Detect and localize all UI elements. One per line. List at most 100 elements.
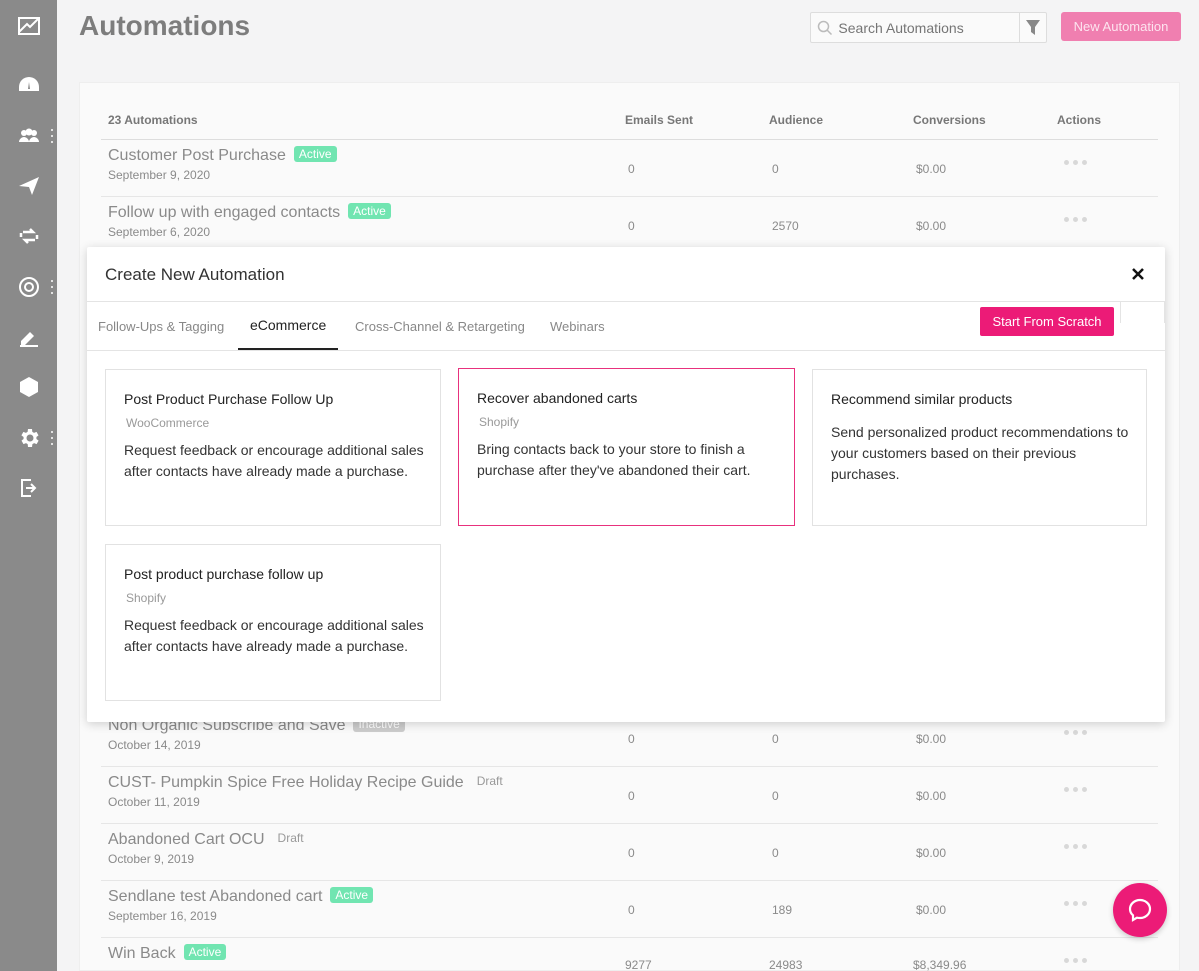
sidebar-item-dashboard[interactable] xyxy=(0,65,57,105)
automation-icon xyxy=(19,228,38,244)
logo-item[interactable] xyxy=(0,6,57,46)
signup-form-icon xyxy=(19,332,38,347)
logout-icon xyxy=(20,479,36,497)
row-actions-menu[interactable] xyxy=(1064,787,1087,792)
automation-name-text[interactable]: Follow up with engaged contacts xyxy=(108,204,340,221)
automation-date: September 9, 2020 xyxy=(108,168,211,182)
more-dots-icon[interactable] xyxy=(50,129,54,143)
automation-name[interactable]: CUST- Pumpkin Spice Free Holiday Recipe … xyxy=(108,773,508,792)
row-actions-menu[interactable] xyxy=(1064,160,1087,165)
template-description: Request feedback or encourage additional… xyxy=(124,442,424,479)
table-row[interactable]: CUST- Pumpkin Spice Free Holiday Recipe … xyxy=(101,767,1158,824)
table-row[interactable]: Abandoned Cart OCU Draft October 9, 2019 0 0… xyxy=(101,824,1158,881)
conversions-value: $0.00 xyxy=(916,162,947,176)
table-row[interactable]: Sendlane test Abandoned cart Active Septem… xyxy=(101,881,1158,938)
audience-value: 189 xyxy=(772,903,793,917)
automation-name[interactable]: Win Back Active xyxy=(108,944,227,963)
template-description: Bring contacts back to your store to fin… xyxy=(477,441,751,478)
page-title: Automations xyxy=(79,10,251,41)
col-audience[interactable]: Audience xyxy=(769,113,823,127)
sidebar-item-contacts[interactable] xyxy=(0,116,57,156)
col-conversions[interactable]: Conversions xyxy=(913,113,986,127)
emails-sent-value: 0 xyxy=(628,162,635,176)
chat-button[interactable] xyxy=(1113,883,1167,937)
template-card[interactable]: Post Product Purchase Follow Up WooComme… xyxy=(105,369,441,526)
automation-date: September 16, 2019 xyxy=(108,909,217,923)
template-title: Recover abandoned carts xyxy=(477,390,638,406)
col-actions: Actions xyxy=(1057,113,1102,127)
chat-icon xyxy=(1128,898,1152,922)
template-source: Shopify xyxy=(479,415,520,429)
tab-follow-ups[interactable]: Follow-Ups & Tagging xyxy=(98,302,224,350)
audience-value: 0 xyxy=(772,789,779,803)
col-emails-sent[interactable]: Emails Sent xyxy=(625,113,693,127)
automation-name-text[interactable]: Win Back xyxy=(108,945,176,962)
row-actions-menu[interactable] xyxy=(1064,958,1087,963)
template-description: Request feedback or encourage additional… xyxy=(124,617,424,654)
automation-name-text[interactable]: Sendlane test Abandoned cart xyxy=(108,888,322,905)
automation-name[interactable]: Customer Post Purchase Active xyxy=(108,146,337,165)
new-automation-button[interactable]: New Automation xyxy=(1061,12,1181,41)
table-row[interactable]: Customer Post Purchase Active September 9,… xyxy=(101,140,1158,197)
template-title: Post Product Purchase Follow Up xyxy=(124,391,334,407)
status-badge: Active xyxy=(183,944,227,960)
target-icon xyxy=(18,277,39,297)
automation-date: October 9, 2019 xyxy=(108,852,195,866)
sidebar-item-products[interactable] xyxy=(0,367,57,407)
template-card-selected[interactable]: Recover abandoned carts Shopify Bring co… xyxy=(458,368,795,526)
start-from-scratch-button[interactable]: Start From Scratch xyxy=(980,307,1114,336)
automation-name[interactable]: Follow up with engaged contacts Active xyxy=(108,203,391,222)
sidebar-item-forms[interactable] xyxy=(0,317,57,357)
sidebar-item-campaigns[interactable] xyxy=(0,166,57,206)
more-dots-icon[interactable] xyxy=(50,431,54,445)
more-dots-icon[interactable] xyxy=(50,280,54,294)
row-actions-menu[interactable] xyxy=(1064,901,1087,906)
automation-name[interactable]: Sendlane test Abandoned cart Active xyxy=(108,887,374,906)
automation-name[interactable]: Abandoned Cart OCU Draft xyxy=(108,830,309,849)
row-actions-menu[interactable] xyxy=(1064,844,1087,849)
close-icon[interactable] xyxy=(1131,267,1145,281)
emails-sent-value: 0 xyxy=(628,789,635,803)
row-actions-menu[interactable] xyxy=(1064,730,1087,735)
status-badge: Active xyxy=(330,887,374,903)
automation-name-text[interactable]: Customer Post Purchase xyxy=(108,147,286,164)
sidebar-item-settings[interactable] xyxy=(0,418,57,458)
mail-logo-icon xyxy=(17,17,40,35)
template-card[interactable]: Post product purchase follow up Shopify … xyxy=(105,544,441,701)
template-description: Send personalized product recommendation… xyxy=(831,424,1129,482)
tab-edge xyxy=(1120,302,1165,323)
table-row[interactable]: Win Back Active 9277 24983 $8,349.96 xyxy=(101,938,1158,971)
search-box[interactable] xyxy=(810,12,1047,43)
sidebar-item-logout[interactable] xyxy=(0,468,57,508)
table-row[interactable]: Follow up with engaged contacts Active Sep… xyxy=(101,197,1158,254)
search-input[interactable] xyxy=(838,19,1020,36)
automation-date: October 14, 2019 xyxy=(108,738,201,752)
tab-ecommerce[interactable]: eCommerce xyxy=(238,302,339,350)
sidebar-item-automations[interactable] xyxy=(0,216,57,256)
row-actions-menu[interactable] xyxy=(1064,217,1087,222)
emails-sent-value: 0 xyxy=(628,846,635,860)
automation-count: 23 Automations xyxy=(108,113,198,127)
audience-value: 0 xyxy=(772,732,779,746)
status-badge: Active xyxy=(348,203,391,219)
sidebar-item-targeting[interactable] xyxy=(0,267,57,307)
status-badge: Active xyxy=(293,146,337,162)
audience-value: 0 xyxy=(772,162,779,176)
automation-name-text[interactable]: Abandoned Cart OCU xyxy=(108,831,265,848)
template-title: Post product purchase follow up xyxy=(124,566,324,582)
tab-webinars[interactable]: Webinars xyxy=(550,302,605,350)
audience-value: 24983 xyxy=(769,958,803,971)
template-source: WooCommerce xyxy=(126,416,210,430)
template-source: Shopify xyxy=(126,591,167,605)
emails-sent-value: 9277 xyxy=(625,958,652,971)
box-icon xyxy=(19,377,38,397)
emails-sent-value: 0 xyxy=(628,219,635,233)
contacts-icon xyxy=(18,128,39,142)
template-card[interactable]: Recommend similar products Send personal… xyxy=(812,369,1147,526)
modal-title: Create New Automation xyxy=(105,265,285,284)
send-icon xyxy=(18,177,39,195)
filter-icon[interactable] xyxy=(1019,13,1046,42)
gear-icon xyxy=(20,429,39,447)
automation-name-text[interactable]: CUST- Pumpkin Spice Free Holiday Recipe … xyxy=(108,774,464,791)
tab-cross-channel[interactable]: Cross-Channel & Retargeting xyxy=(355,302,525,350)
